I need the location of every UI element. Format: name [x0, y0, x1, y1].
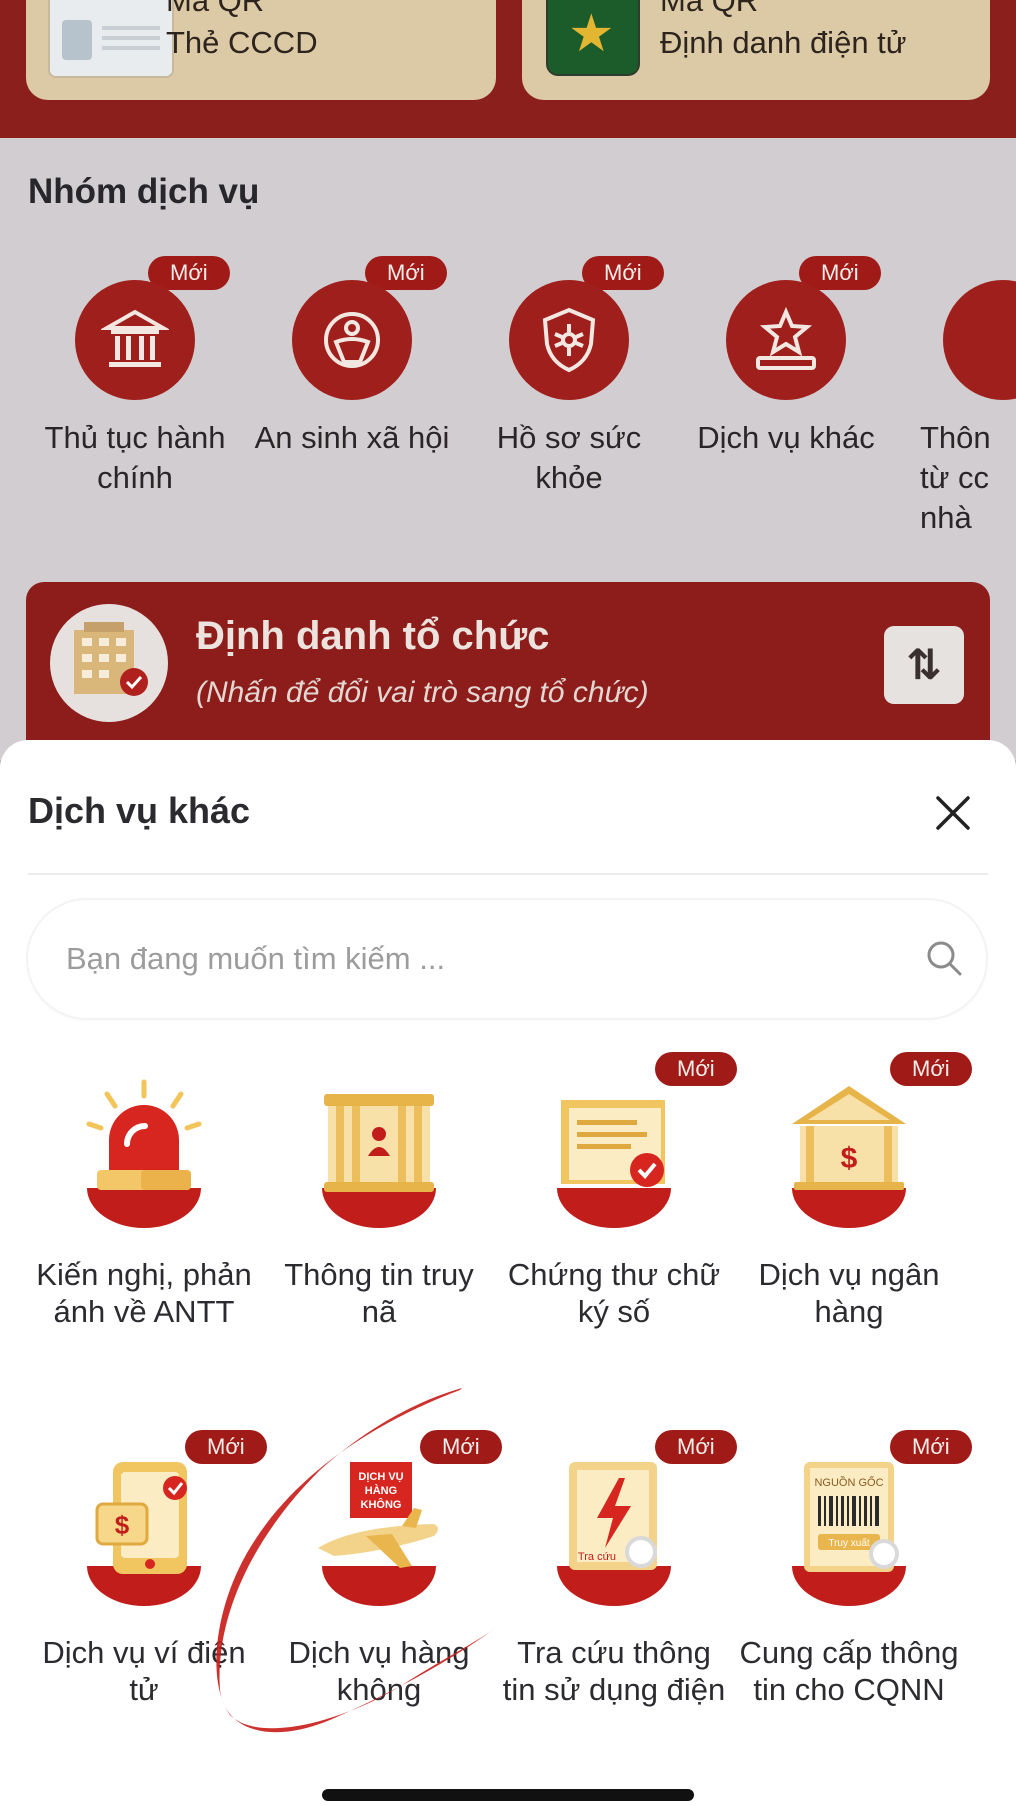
- sheet-title: Dịch vụ khác: [28, 790, 251, 831]
- qr-card-label-bottom: Thẻ CCCD: [166, 25, 318, 60]
- courthouse-icon: [75, 280, 195, 400]
- group-item-administrative[interactable]: Mới Thủ tục hành chính: [30, 256, 240, 498]
- home-indicator: [322, 1789, 694, 1801]
- qr-cccd-card[interactable]: Mã QR Thẻ CCCD: [26, 0, 496, 100]
- qr-card-label-top: Mã QR: [166, 0, 265, 18]
- airplane-icon: DỊCH VỤ HÀNG KHÔNG: [314, 1456, 444, 1606]
- social-welfare-icon: [292, 280, 412, 400]
- service-label: Dịch vụ hàng không: [288, 1635, 470, 1707]
- certificate-icon: [549, 1078, 679, 1228]
- star-podium-icon: [726, 280, 846, 400]
- prison-bars-icon: [314, 1078, 444, 1228]
- svg-text:$: $: [841, 1142, 858, 1175]
- service-digital-signature[interactable]: Mới Chứng thư chữ ký số: [499, 1052, 737, 1330]
- vneid-emblem-icon: ★: [546, 0, 640, 76]
- organization-identity-banner[interactable]: Định danh tổ chức (Nhấn để đổi vai trò s…: [26, 582, 990, 762]
- bank-icon: $: [784, 1078, 914, 1228]
- group-item-label: Thủ tục hành chính: [44, 420, 226, 495]
- search-bar[interactable]: [28, 900, 986, 1018]
- aviation-art-text-2: HÀNG: [365, 1484, 397, 1497]
- svg-text:$: $: [115, 1510, 130, 1540]
- aviation-art-text-1: DỊCH VỤ: [358, 1471, 403, 1483]
- siren-icon: [79, 1078, 209, 1228]
- provide-info-art-text-1: NGUỒN GỐC: [814, 1475, 883, 1489]
- service-aviation[interactable]: Mới DỊCH VỤ HÀNG KHÔNG Dịch vụ hàng khôn…: [264, 1430, 502, 1708]
- org-banner-title: Định danh tổ chức: [196, 614, 550, 658]
- id-card-icon: [48, 0, 174, 78]
- group-item-label: Dịch vụ khác: [697, 420, 875, 455]
- service-banking[interactable]: Mới $ Dịch vụ ngân hàng: [734, 1052, 972, 1330]
- provide-info-art-text-2: Truy xuất: [828, 1537, 870, 1549]
- qr-card-text: Mã QR Định danh điện tử: [660, 0, 907, 64]
- electricity-art-text: Tra cứu: [578, 1551, 616, 1563]
- building-shield-icon: [50, 604, 168, 722]
- group-item-label: Hồ sơ sức khỏe: [496, 420, 642, 495]
- qr-card-label-top: Mã QR: [660, 0, 759, 18]
- group-item-label: Thôn từ cc nhà: [920, 420, 991, 535]
- search-input[interactable]: [64, 926, 888, 992]
- close-icon[interactable]: [932, 792, 974, 834]
- group-item-health[interactable]: Mới Hồ sơ sức khỏe: [464, 256, 674, 498]
- service-label: Dịch vụ ví điện tử: [42, 1635, 246, 1707]
- service-label: Chứng thư chữ ký số: [507, 1257, 721, 1329]
- org-banner-subtitle: (Nhấn để đổi vai trò sang tổ chức): [196, 676, 649, 709]
- service-label: Kiến nghị, phản ánh về ANTT: [36, 1257, 252, 1329]
- service-label: Cung cấp thông tin cho CQNN: [739, 1635, 959, 1707]
- service-e-wallet[interactable]: Mới $ Dịch vụ ví điện tử: [29, 1430, 267, 1708]
- service-wanted-info[interactable]: Thông tin truy nã: [264, 1078, 494, 1330]
- qr-vneid-card[interactable]: ★ Mã QR Định danh điện tử: [522, 0, 990, 100]
- service-label: Dịch vụ ngân hàng: [758, 1257, 940, 1329]
- search-icon[interactable]: [924, 938, 964, 978]
- group-item-social-welfare[interactable]: Mới An sinh xã hội: [247, 256, 457, 458]
- service-electricity-lookup[interactable]: Mới Tra cứu Tra cứu thông tin sử dụng đi…: [499, 1430, 737, 1708]
- group-item-label: An sinh xã hội: [254, 420, 450, 455]
- service-label: Thông tin truy nã: [284, 1257, 474, 1329]
- electricity-lookup-icon: Tra cứu: [549, 1456, 679, 1606]
- group-item-other-services[interactable]: Mới Dịch vụ khác: [681, 256, 891, 458]
- other-services-sheet: Dịch vụ khác Kiến nghị, phản ánh về ANTT: [0, 740, 1016, 1806]
- bell-icon: [943, 280, 1016, 400]
- switch-role-icon[interactable]: ⇅: [884, 626, 964, 704]
- sheet-divider: [28, 873, 988, 875]
- service-provide-info-cqnn[interactable]: Mới NGUỒN GỐC Truy xuất Cung cấp thông t…: [734, 1430, 972, 1708]
- provide-info-icon: NGUỒN GỐC Truy xuất: [784, 1456, 914, 1606]
- e-wallet-icon: $: [79, 1456, 209, 1606]
- aviation-art-text-3: KHÔNG: [361, 1498, 402, 1511]
- service-security-report[interactable]: Kiến nghị, phản ánh về ANTT: [29, 1078, 259, 1330]
- service-group-title: Nhóm dịch vụ: [28, 172, 260, 211]
- qr-card-text: Mã QR Thẻ CCCD: [166, 0, 318, 64]
- qr-card-label-bottom: Định danh điện tử: [660, 25, 907, 60]
- service-label: Tra cứu thông tin sử dụng điện: [502, 1635, 726, 1707]
- health-shield-icon: [509, 280, 629, 400]
- group-item-partial[interactable]: Thôn từ cc nhà: [898, 256, 1016, 538]
- home-screen-background: Mã QR Thẻ CCCD ★ Mã QR Định danh điện tử…: [0, 0, 1016, 762]
